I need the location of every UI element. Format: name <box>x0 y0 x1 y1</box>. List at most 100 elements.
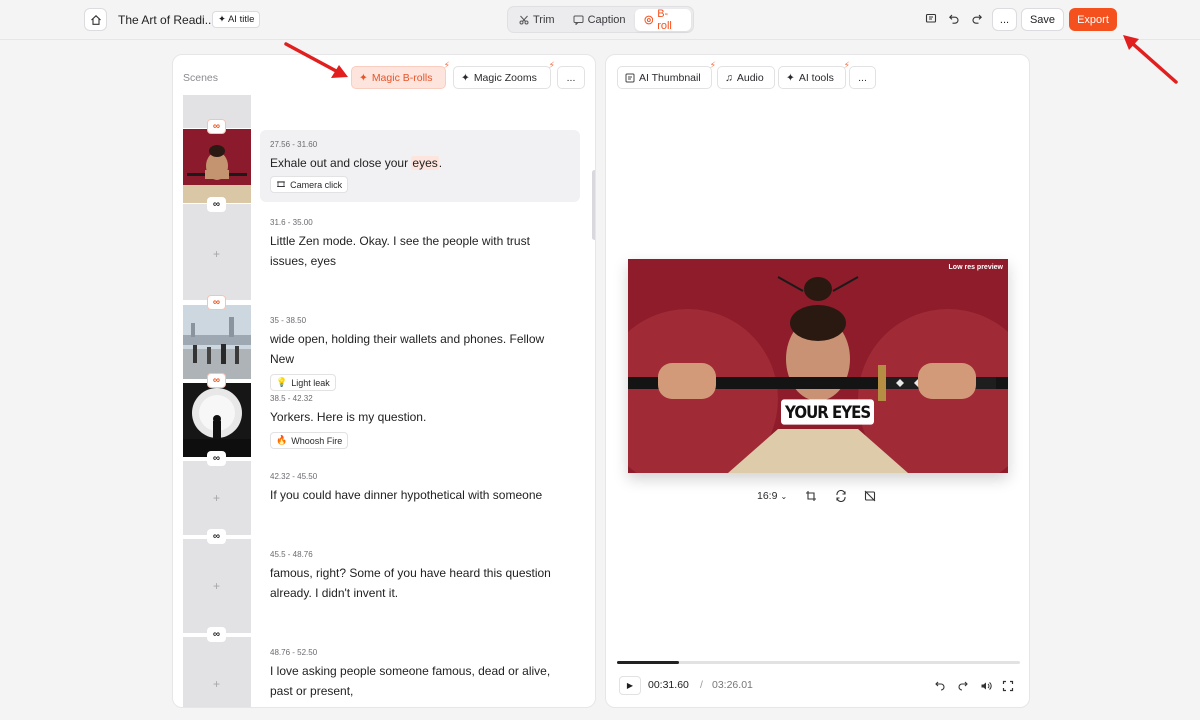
bolt-icon: ⚡ <box>709 60 716 70</box>
timeline-progress[interactable] <box>617 661 1020 664</box>
broll-thumbnail-person-light[interactable] <box>183 383 251 457</box>
tab-caption[interactable]: Caption <box>564 9 635 31</box>
total-duration: 03:26.01 <box>712 679 753 691</box>
scene-time: 38.5 - 42.32 <box>270 394 313 403</box>
forward-button[interactable] <box>956 679 970 693</box>
mode-switcher: Trim Caption B-roll <box>507 6 694 33</box>
magic-zooms-button[interactable]: ✦ Magic Zooms ⚡ <box>453 60 555 89</box>
scene-time: 35 - 38.50 <box>270 316 307 325</box>
tab-broll[interactable]: B-roll <box>634 7 691 32</box>
effect-badge[interactable]: 🎞 Camera click <box>270 176 349 193</box>
broll-thumbnail-city-crowd[interactable] <box>183 305 251 379</box>
more-options-button[interactable]: ... <box>992 8 1017 31</box>
home-icon <box>90 14 101 25</box>
bolt-icon: ⚡ <box>443 60 450 70</box>
caption-overlay[interactable]: YOUR EYES <box>781 399 875 425</box>
scene-text: If you could have dinner hypothetical wi… <box>270 488 543 502</box>
broll-thumbnail-woman-sword[interactable] <box>183 129 251 203</box>
sparkle-icon: ✦ <box>218 14 226 25</box>
current-time: 00:31.60 <box>648 679 689 691</box>
aspect-ratio-select[interactable]: 16:9 ⌄ <box>757 490 787 502</box>
home-button[interactable] <box>84 8 107 31</box>
scene-text: Yorkers. Here is my question. <box>270 410 427 424</box>
scene-item[interactable]: 38.5 - 42.32 Yorkers. Here is my questio… <box>260 394 580 449</box>
scene-item[interactable]: 27.56 - 31.60 Exhale out and close your … <box>260 130 580 202</box>
redo-button[interactable] <box>969 11 985 27</box>
scene-time: 45.5 - 48.76 <box>270 550 313 559</box>
progress-fill <box>617 661 679 664</box>
rewind-icon <box>935 681 945 691</box>
ai-tools-label: AI tools <box>798 71 834 84</box>
broll-slot-empty[interactable] <box>183 637 251 707</box>
feedback-button[interactable] <box>923 11 939 27</box>
low-res-label: Low res preview <box>948 264 1003 271</box>
save-button[interactable]: Save <box>1021 8 1064 31</box>
fullscreen-button[interactable] <box>1001 679 1015 693</box>
export-button[interactable]: Export <box>1069 8 1117 31</box>
transition-icon[interactable]: ∞ <box>207 451 226 466</box>
video-preview[interactable]: Low res preview YOUR EYES <box>628 259 1008 473</box>
audio-button[interactable]: ♫ Audio <box>717 66 775 89</box>
effect-label: Camera click <box>290 179 343 190</box>
undo-icon <box>949 14 959 24</box>
ai-title-button[interactable]: ✦ AI title <box>212 11 261 28</box>
crop-button[interactable] <box>804 489 818 503</box>
scenes-more-button[interactable]: ... <box>557 66 585 89</box>
undo-button[interactable] <box>946 11 962 27</box>
effect-label: Whoosh Fire <box>291 435 343 446</box>
magic-brolls-button[interactable]: ✦ Magic B-rolls ⚡ <box>351 60 450 89</box>
transition-icon[interactable]: ∞ <box>207 627 226 642</box>
add-broll-icon[interactable]: + <box>213 579 220 593</box>
magic-brolls-label: Magic B-rolls <box>371 71 433 84</box>
scene-time: 42.32 - 45.50 <box>270 472 318 481</box>
scene-item[interactable]: 35 - 38.50 wide open, holding their wall… <box>260 316 580 391</box>
replace-button[interactable] <box>834 489 848 503</box>
tab-trim[interactable]: Trim <box>510 9 564 31</box>
redo-icon <box>972 14 982 24</box>
image-off-icon <box>864 490 876 502</box>
crop-icon <box>806 491 816 501</box>
scene-text: wide open, holding their wallets and pho… <box>270 332 545 366</box>
ai-thumbnail-label: AI Thumbnail <box>639 71 701 84</box>
transition-icon[interactable]: ∞ <box>207 295 226 310</box>
rewind-button[interactable] <box>933 679 947 693</box>
ai-tools-button[interactable]: ✦ AI tools ⚡ <box>778 60 850 89</box>
transition-icon[interactable]: ∞ <box>207 197 226 212</box>
scene-item[interactable]: 31.6 - 35.00 Little Zen mode. Okay. I se… <box>260 218 580 271</box>
tab-caption-label: Caption <box>587 13 626 26</box>
transition-icon[interactable]: ∞ <box>207 119 226 134</box>
feedback-icon <box>925 13 937 23</box>
tab-trim-label: Trim <box>533 13 555 26</box>
bolt-icon: ⚡ <box>548 60 555 70</box>
tab-broll-label: B-roll <box>657 7 672 32</box>
scene-item[interactable]: 48.76 - 52.50 I love asking people someo… <box>260 648 580 701</box>
ai-title-label: AI title <box>227 14 255 25</box>
fullscreen-icon <box>1002 680 1014 692</box>
effect-badge[interactable]: 🔥 Whoosh Fire <box>270 432 349 449</box>
effect-badge[interactable]: 💡 Light leak <box>270 374 336 391</box>
hide-broll-button[interactable] <box>863 489 877 503</box>
highlighted-word[interactable]: eyes <box>411 156 439 170</box>
audio-label: Audio <box>736 71 764 84</box>
video-frame <box>628 259 1008 473</box>
add-broll-icon[interactable]: + <box>213 247 220 261</box>
volume-button[interactable] <box>979 679 993 693</box>
volume-icon <box>981 682 992 690</box>
sparkle-icon: ✦ <box>786 71 795 84</box>
play-button[interactable]: ▶ <box>619 676 641 695</box>
project-title[interactable]: The Art of Readi... <box>118 13 215 27</box>
scene-item[interactable]: 42.32 - 45.50 If you could have dinner h… <box>260 472 580 505</box>
music-note-icon: ♫ <box>725 71 733 84</box>
add-broll-icon[interactable]: + <box>213 677 220 691</box>
scene-time: 27.56 - 31.60 <box>270 140 318 149</box>
add-broll-icon[interactable]: + <box>213 491 220 505</box>
effect-label: Light leak <box>291 377 330 388</box>
ai-thumbnail-button[interactable]: AI Thumbnail ⚡ <box>617 60 716 89</box>
transition-icon[interactable]: ∞ <box>207 373 226 388</box>
preview-more-button[interactable]: ... <box>849 66 876 89</box>
scene-item[interactable]: 45.5 - 48.76 famous, right? Some of you … <box>260 550 580 603</box>
aspect-ratio-value: 16:9 <box>757 490 778 502</box>
transition-icon[interactable]: ∞ <box>207 529 226 544</box>
scene-time: 31.6 - 35.00 <box>270 218 313 227</box>
scenes-scrollbar[interactable] <box>592 170 595 240</box>
